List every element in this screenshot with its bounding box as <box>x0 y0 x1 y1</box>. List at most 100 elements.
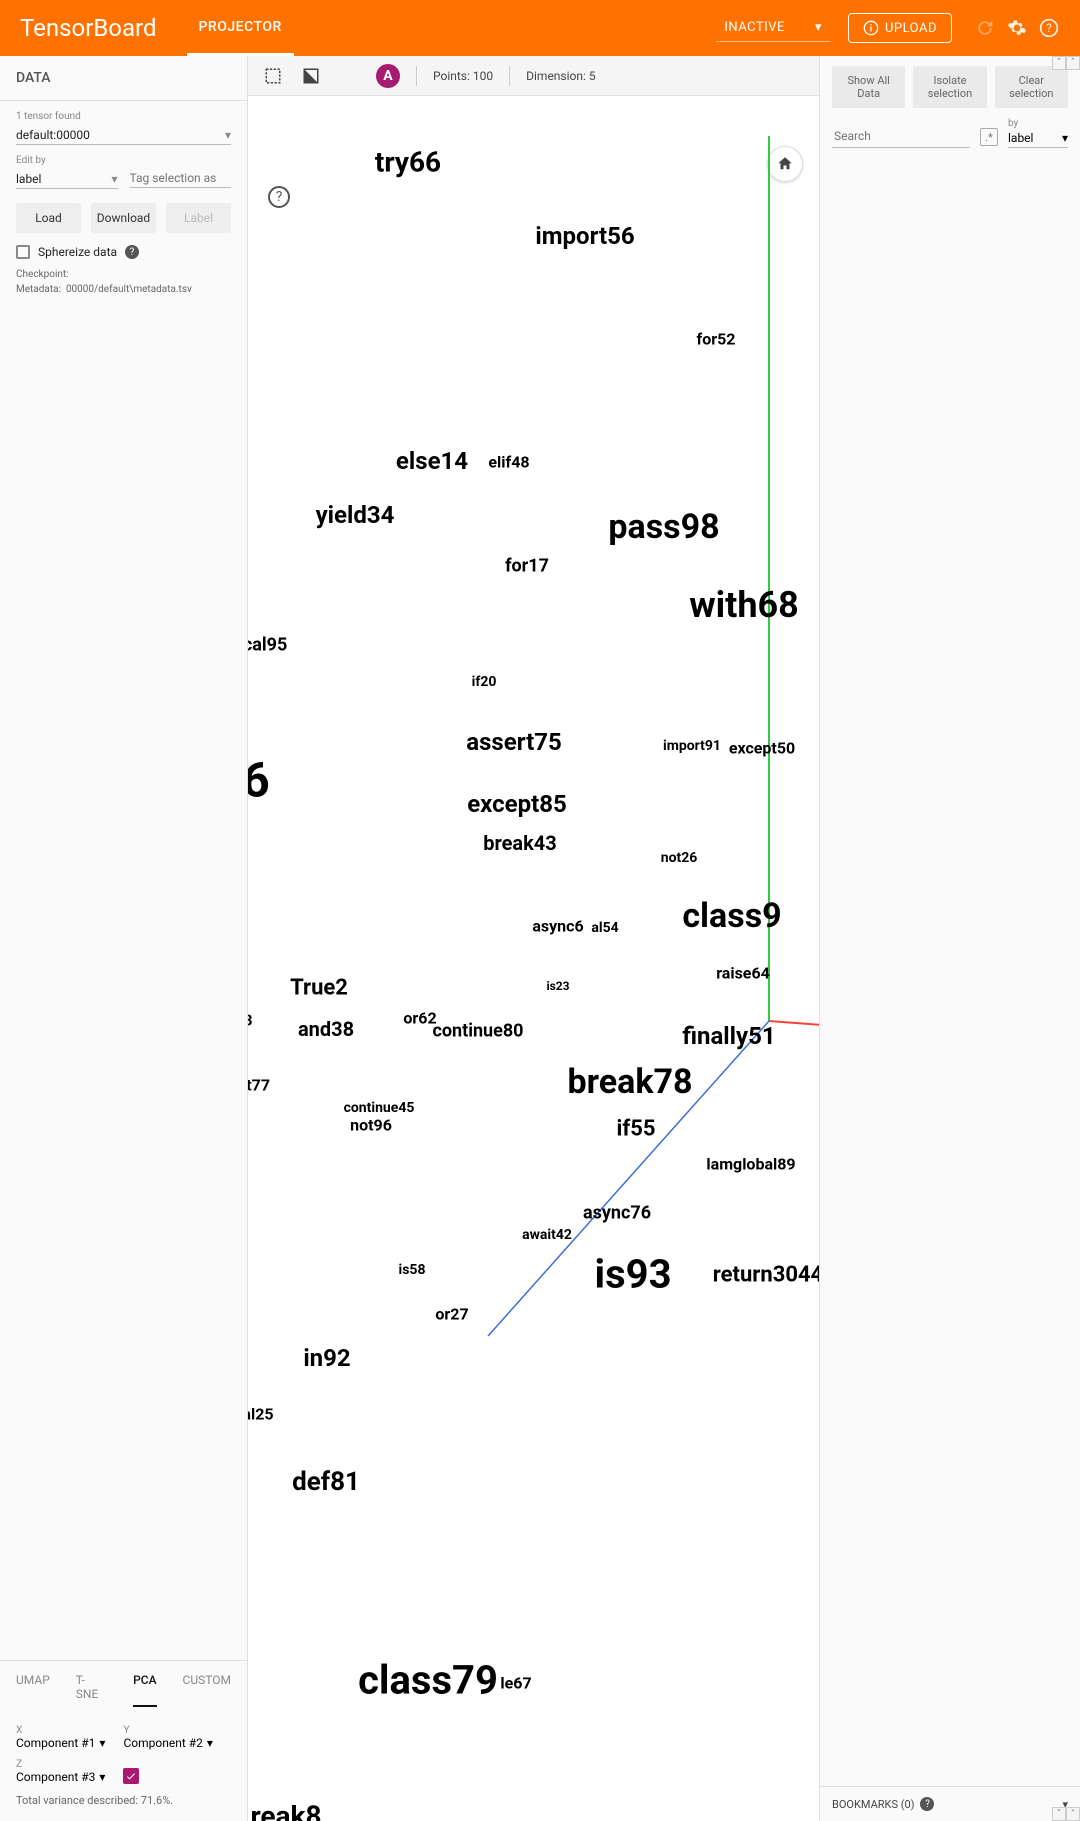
embedding-label[interactable]: import56 <box>535 222 634 250</box>
embedding-label[interactable]: in92 <box>303 1344 350 1372</box>
embedding-label[interactable]: le67 <box>500 1674 531 1693</box>
tensor-select[interactable]: default:00000 ▾ <box>16 124 231 145</box>
embedding-label[interactable]: continue45 <box>344 1100 415 1116</box>
embedding-label[interactable]: raise64 <box>716 964 770 983</box>
chevron-down-icon: ▾ <box>111 172 117 186</box>
chevron-down-icon: ▾ <box>1062 131 1068 145</box>
embedding-label[interactable]: try66 <box>375 146 441 179</box>
label-mode-badge[interactable]: A <box>376 64 400 88</box>
edit-by-select[interactable]: label ▾ <box>16 168 118 189</box>
z-component-select[interactable]: Component #3▾ <box>16 1770 105 1784</box>
embedding-label[interactable]: class9 <box>682 896 781 936</box>
chevron-down-icon: ▾ <box>99 1736 105 1750</box>
refresh-icon[interactable] <box>974 17 996 39</box>
scroll-up-icon[interactable]: ˆ <box>1066 56 1080 70</box>
z-label: Z <box>16 1759 105 1770</box>
embedding-label[interactable]: is58 <box>399 1262 426 1278</box>
embedding-label[interactable]: with68 <box>689 584 799 626</box>
embedding-label[interactable]: except85 <box>467 790 567 818</box>
x-component-select[interactable]: Component #1▾ <box>16 1736 105 1750</box>
points-count: Points: 100 <box>433 69 493 83</box>
by-label: by <box>1008 118 1068 129</box>
embedding-label[interactable]: al25 <box>248 1405 274 1424</box>
edit-by-label: Edit by <box>16 155 118 166</box>
search-input[interactable] <box>832 125 970 148</box>
right-panel: Show All Data Isolate selection Clear se… <box>820 56 1080 1821</box>
inactive-dropdown[interactable]: INACTIVE ▾ <box>716 14 830 42</box>
embedding-label[interactable]: if55 <box>617 1117 656 1142</box>
scroll-up-icon[interactable]: ˆ <box>1052 56 1066 70</box>
embedding-label[interactable]: return3044 <box>713 1263 819 1288</box>
embedding-label[interactable]: else14 <box>396 447 468 475</box>
embedding-label[interactable]: for17 <box>505 556 549 577</box>
chevron-down-icon: ▾ <box>99 1770 105 1784</box>
info-icon[interactable]: ? <box>920 1797 934 1811</box>
metadata-path: 00000/default\metadata.tsv <box>66 284 192 295</box>
embedding-label[interactable]: async6 <box>532 917 583 936</box>
variance-text: Total variance described: 71.6%. <box>16 1794 231 1807</box>
embedding-label[interactable]: not96 <box>350 1116 392 1135</box>
show-all-data-button[interactable]: Show All Data <box>832 66 905 108</box>
embedding-label[interactable]: break78 <box>568 1062 693 1102</box>
info-icon[interactable]: ? <box>125 245 139 259</box>
embedding-label[interactable]: True2 <box>290 976 348 1001</box>
projector-canvas[interactable]: A Points: 100 Dimension: 5 ? try66import… <box>248 56 820 1821</box>
z-checkbox[interactable] <box>123 1768 139 1784</box>
canvas-toolbar: A Points: 100 Dimension: 5 <box>248 56 819 96</box>
embedding-label[interactable]: lamglobal89 <box>706 1155 795 1174</box>
method-pca[interactable]: PCA <box>133 1673 156 1707</box>
select-box-icon[interactable] <box>262 65 284 87</box>
scroll-down-icon[interactable]: ˇ <box>1066 1807 1080 1821</box>
method-custom[interactable]: CUSTOM <box>183 1673 231 1707</box>
embedding-label[interactable]: is93 <box>594 1251 671 1298</box>
y-component-select[interactable]: Component #2▾ <box>123 1736 212 1750</box>
embedding-label[interactable]: for52 <box>697 330 736 349</box>
load-button[interactable]: Load <box>16 203 81 233</box>
chevron-down-icon: ▾ <box>815 20 822 35</box>
tag-selection-input[interactable] <box>130 167 232 188</box>
embedding-label[interactable]: async76 <box>583 1203 651 1224</box>
embedding-label[interactable]: break43 <box>483 831 557 855</box>
embedding-label[interactable]: reak8 <box>250 1800 321 1821</box>
isolate-selection-button[interactable]: Isolate selection <box>913 66 986 108</box>
embedding-label[interactable]: pass98 <box>608 507 719 547</box>
regex-toggle[interactable]: .* <box>980 128 998 146</box>
tab-projector[interactable]: PROJECTOR <box>187 1 294 56</box>
embedding-label[interactable]: and38 <box>298 1017 354 1041</box>
embedding-label[interactable]: import91 <box>663 738 721 754</box>
embedding-label[interactable]: 3 <box>248 1011 253 1030</box>
embedding-label[interactable]: ocal95 <box>248 635 287 656</box>
app-logo: TensorBoard <box>20 14 157 42</box>
upload-button[interactable]: UPLOAD <box>848 13 952 43</box>
embedding-label[interactable]: continue80 <box>432 1021 523 1042</box>
embedding-label[interactable]: al54 <box>591 920 618 936</box>
embedding-label[interactable]: elif48 <box>488 453 529 472</box>
app-header: TensorBoard PROJECTOR INACTIVE ▾ UPLOAD … <box>0 0 1080 56</box>
embedding-label[interactable]: or27 <box>435 1305 468 1324</box>
embedding-label[interactable]: class79 <box>358 1657 498 1704</box>
embedding-label[interactable]: yield34 <box>316 501 395 529</box>
embedding-label[interactable]: if20 <box>472 674 497 690</box>
help-icon[interactable]: ? <box>1038 17 1060 39</box>
embedding-label[interactable]: 6 <box>248 752 270 809</box>
clear-selection-button[interactable]: Clear selection <box>995 66 1068 108</box>
sphereize-checkbox[interactable]: Sphereize data ? <box>16 245 231 259</box>
download-button[interactable]: Download <box>91 203 156 233</box>
embedding-label[interactable]: it77 <box>248 1076 270 1095</box>
embedding-label[interactable]: await42 <box>522 1227 572 1243</box>
embedding-label[interactable]: assert75 <box>466 728 562 756</box>
embedding-label[interactable]: finally51 <box>682 1022 775 1050</box>
by-select[interactable]: label ▾ <box>1008 129 1068 148</box>
gear-icon[interactable] <box>1006 17 1028 39</box>
metadata-label: Metadata: <box>16 284 61 295</box>
method-umap[interactable]: UMAP <box>16 1673 50 1707</box>
embedding-label[interactable]: is23 <box>546 979 569 993</box>
embedding-label[interactable]: def81 <box>292 1467 360 1497</box>
method-tsne[interactable]: T-SNE <box>76 1673 107 1707</box>
scroll-down-icon[interactable]: ˇ <box>1052 1807 1066 1821</box>
bookmarks-label: BOOKMARKS (0) <box>832 1798 914 1811</box>
contrast-icon[interactable] <box>300 65 322 87</box>
embedding-label[interactable]: not26 <box>661 850 698 866</box>
night-mode-icon[interactable] <box>338 65 360 87</box>
embedding-label[interactable]: except50 <box>729 739 795 758</box>
